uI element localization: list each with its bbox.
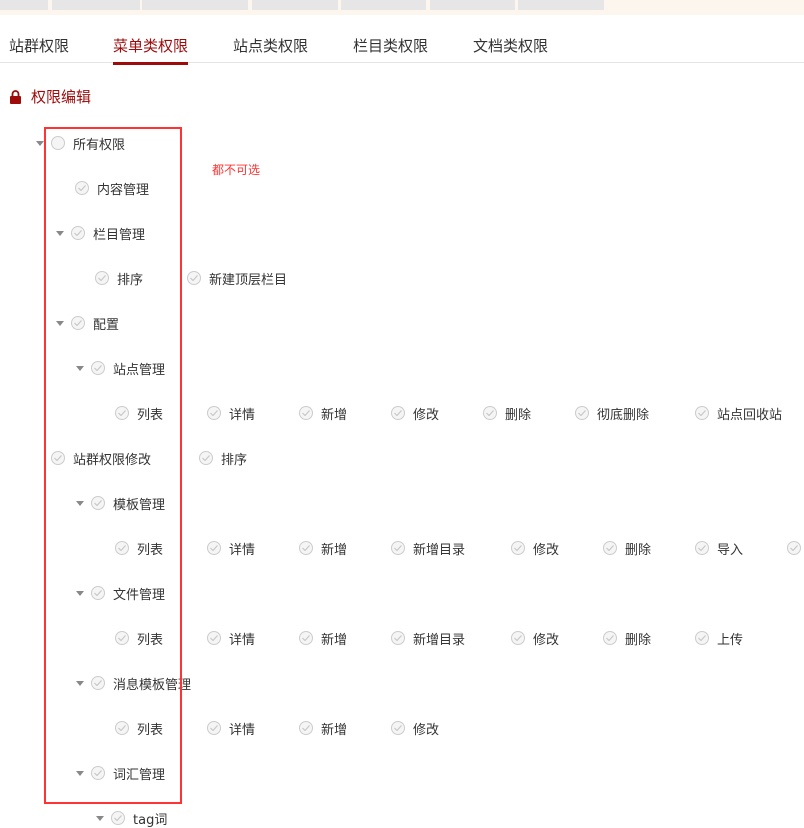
permission-label: 彻底删除 — [597, 408, 650, 423]
permission-checkbox[interactable] — [511, 541, 525, 555]
permission-label: 新增目录 — [413, 543, 466, 558]
check-icon — [394, 545, 402, 551]
lock-icon — [10, 89, 21, 104]
permission-label: 站点回收站 — [717, 408, 783, 423]
check-icon — [210, 410, 218, 416]
check-icon — [698, 410, 706, 416]
permission-checkbox[interactable] — [299, 406, 313, 420]
permission-label: 新建顶层栏目 — [209, 273, 288, 288]
permission-checkbox[interactable] — [695, 541, 709, 555]
permission-checkbox[interactable] — [391, 721, 405, 735]
check-icon — [202, 455, 210, 461]
top-tab[interactable] — [518, 0, 604, 10]
annotation-note: 都不可选 — [212, 163, 261, 177]
permission-label: 新增 — [321, 633, 348, 648]
check-icon — [190, 275, 198, 281]
check-icon — [394, 635, 402, 641]
permission-checkbox[interactable] — [391, 541, 405, 555]
permission-label: 上传 — [717, 633, 744, 648]
permission-checkbox[interactable] — [207, 541, 221, 555]
permission-label: 修改 — [413, 408, 440, 423]
check-icon — [394, 410, 402, 416]
check-icon — [486, 410, 494, 416]
permission-checkbox[interactable] — [207, 406, 221, 420]
permission-label: 导入 — [717, 543, 744, 558]
tab-site[interactable]: 站点类权限 — [233, 35, 308, 56]
permission-checkbox[interactable] — [299, 721, 313, 735]
permission-checkbox[interactable] — [603, 541, 617, 555]
permission-label: 详情 — [229, 543, 256, 558]
top-tab[interactable] — [252, 0, 338, 10]
tab-menu[interactable]: 菜单类权限 — [113, 35, 189, 65]
permission-checkbox[interactable] — [603, 631, 617, 645]
check-icon — [394, 725, 402, 731]
check-icon — [114, 815, 122, 821]
check-icon — [302, 725, 310, 731]
check-icon — [302, 635, 310, 641]
check-icon — [210, 725, 218, 731]
check-icon — [606, 545, 614, 551]
permission-label: 修改 — [533, 633, 560, 648]
permission-checkbox[interactable] — [187, 271, 201, 285]
permission-label: 详情 — [229, 723, 256, 738]
section-header: 权限编辑 — [10, 86, 91, 107]
top-tab[interactable] — [0, 0, 48, 10]
permission-checkbox[interactable] — [483, 406, 497, 420]
permission-label: 删除 — [625, 633, 652, 648]
permission-label: 删除 — [625, 543, 652, 558]
check-icon — [210, 545, 218, 551]
permission-checkbox[interactable] — [207, 631, 221, 645]
annotation-box — [44, 127, 182, 804]
section-title: 权限编辑 — [31, 88, 92, 106]
permission-checkbox[interactable] — [575, 406, 589, 420]
permission-checkbox[interactable] — [199, 451, 213, 465]
permission-checkbox[interactable] — [787, 541, 801, 555]
check-icon — [606, 635, 614, 641]
permission-label: 修改 — [413, 723, 440, 738]
permission-checkbox[interactable] — [207, 721, 221, 735]
check-icon — [698, 545, 706, 551]
check-icon — [790, 545, 798, 551]
permission-tabs: 站群权限 菜单类权限 站点类权限 栏目类权限 文档类权限 — [0, 28, 804, 65]
check-icon — [302, 410, 310, 416]
permission-label: 新增 — [321, 723, 348, 738]
permission-label: tag词 — [133, 813, 168, 828]
permission-label: 删除 — [505, 408, 532, 423]
permission-checkbox[interactable] — [391, 406, 405, 420]
check-icon — [302, 545, 310, 551]
permission-checkbox[interactable] — [695, 631, 709, 645]
permission-checkbox[interactable] — [391, 631, 405, 645]
permission-checkbox[interactable] — [299, 631, 313, 645]
permission-checkbox[interactable] — [695, 406, 709, 420]
permission-label: 修改 — [533, 543, 560, 558]
top-tab[interactable] — [142, 0, 248, 10]
permission-label: 新增目录 — [413, 633, 466, 648]
permission-checkbox[interactable] — [111, 811, 125, 825]
permission-label: 详情 — [229, 633, 256, 648]
check-icon — [514, 545, 522, 551]
permission-checkbox[interactable] — [511, 631, 525, 645]
permission-label: 详情 — [229, 408, 256, 423]
tab-column[interactable]: 栏目类权限 — [353, 35, 428, 56]
top-tab[interactable] — [341, 0, 426, 10]
check-icon — [210, 635, 218, 641]
tab-document[interactable]: 文档类权限 — [473, 35, 548, 56]
tab-site-group[interactable]: 站群权限 — [9, 35, 69, 56]
expand-toggle-icon[interactable] — [96, 816, 104, 821]
check-icon — [514, 635, 522, 641]
check-icon — [698, 635, 706, 641]
top-tab[interactable] — [430, 0, 515, 10]
permission-label: 新增 — [321, 408, 348, 423]
permission-label: 新增 — [321, 543, 348, 558]
top-tab[interactable] — [52, 0, 140, 10]
expand-toggle-icon[interactable] — [36, 141, 44, 146]
permission-label: 排序 — [221, 453, 248, 468]
permission-checkbox[interactable] — [299, 541, 313, 555]
check-icon — [578, 410, 586, 416]
